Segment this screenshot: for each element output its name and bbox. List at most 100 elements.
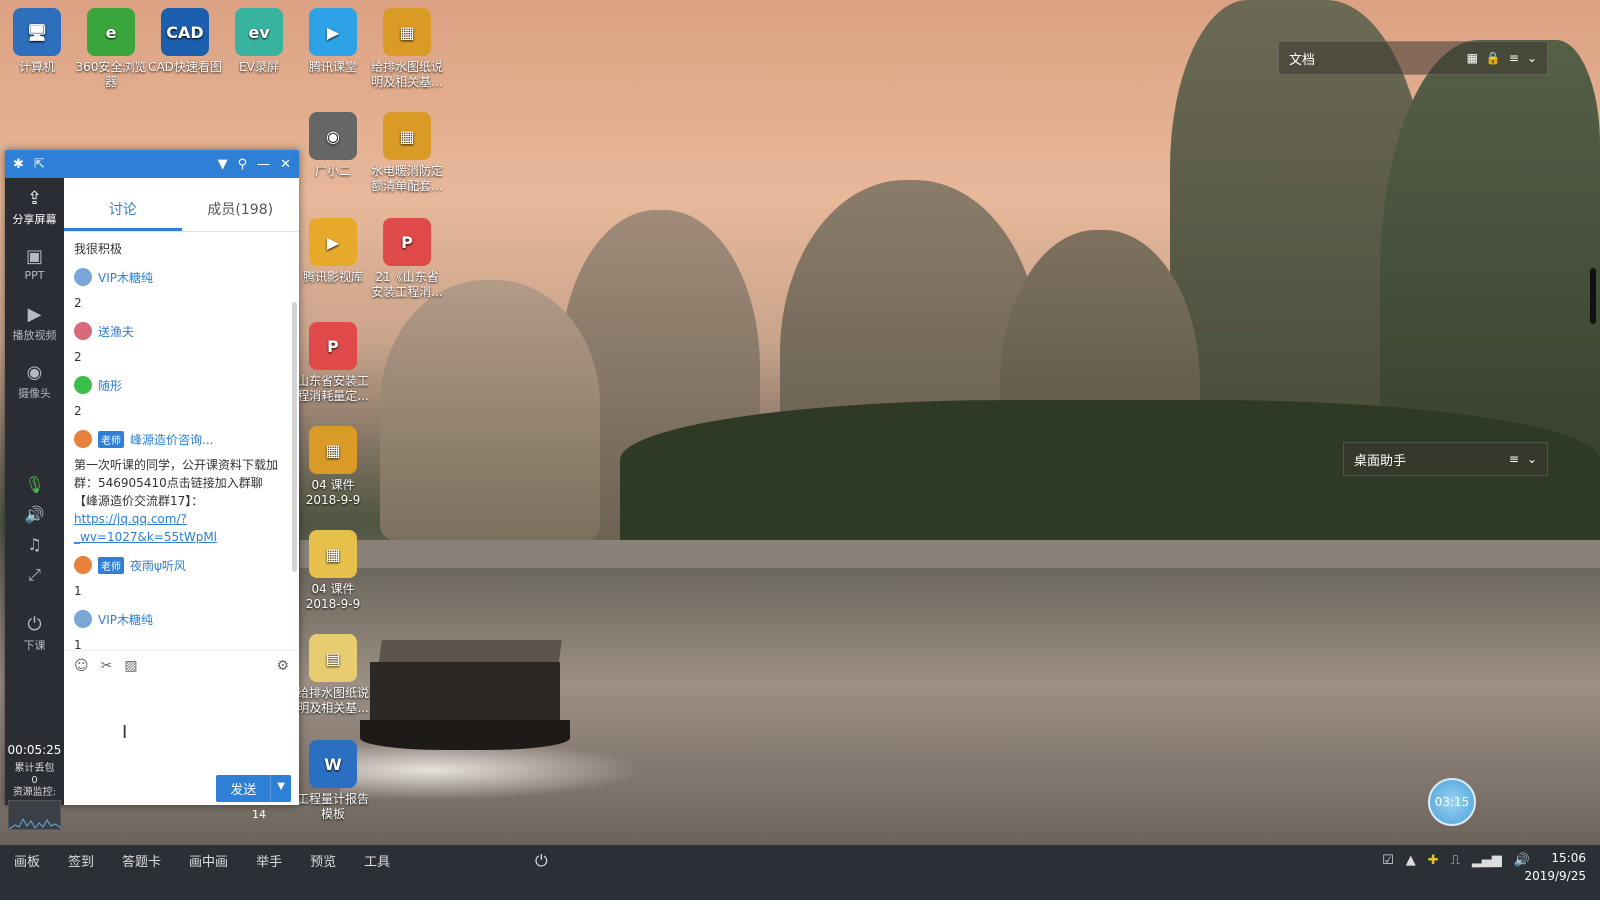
end-class-button[interactable]: ⏻ 下课 [5, 604, 64, 662]
stats-line: 资源监控: [12, 787, 57, 798]
scissors-icon[interactable]: ✂ [101, 658, 113, 674]
taskbar-item[interactable]: 画中画 [175, 851, 242, 870]
taskbar-item[interactable]: 画板 [0, 851, 54, 870]
image-icon[interactable]: ▨ [124, 658, 137, 674]
menu-icon[interactable]: ≡ [1509, 51, 1519, 65]
usb-icon[interactable]: ⎍ [1451, 853, 1460, 868]
desktop-icon[interactable]: W 工程量计报告模板 [296, 740, 370, 822]
desktop-assistant-widget[interactable]: 桌面助手 ≡ ⌄ [1343, 442, 1548, 476]
taskbar-item[interactable]: 答题卡 [108, 851, 175, 870]
power-icon[interactable]: ⏻ [535, 851, 548, 871]
checkbox-icon[interactable]: ☑ [1382, 853, 1394, 868]
lock-icon[interactable]: 🔒 [1486, 51, 1501, 65]
send-options-icon[interactable]: ▼ [270, 775, 291, 802]
resource-monitor-graph [8, 800, 62, 830]
avatar[interactable] [74, 268, 92, 286]
pin-icon[interactable]: ⚲ [238, 157, 248, 172]
close-icon[interactable]: ✕ [280, 157, 291, 172]
speaker-icon[interactable]: 🔊 [5, 500, 64, 530]
taskbar-item[interactable]: 举手 [242, 851, 296, 870]
desktop-icon[interactable]: ▤ 给排水图纸说明及相关基... [296, 634, 370, 716]
desktop-icon-label: 04 课件 2018-9-9 [305, 582, 361, 611]
desktop-icon-glyph: ▤ [309, 634, 357, 682]
desktop-icon[interactable]: ▶ 腾讯课堂 [296, 8, 370, 75]
share-icon[interactable]: ⇱ [34, 157, 45, 172]
docs-widget[interactable]: 文档 ▦ 🔒 ≡ ⌄ [1278, 41, 1548, 75]
emoji-icon[interactable]: ☺ [74, 658, 89, 674]
security-icon[interactable]: ✚ [1428, 853, 1439, 868]
message-text: 2 [74, 350, 82, 364]
sidebar-item-label: 分享屏幕 [12, 213, 57, 226]
taskbar-item[interactable]: 签到 [54, 851, 108, 870]
message-text: 1 [74, 584, 82, 598]
play-video-icon: ▶ [27, 304, 42, 325]
desktop-icon[interactable]: P 山东省安装工程消耗量定... [296, 322, 370, 404]
chevron-down-icon[interactable]: ⌄ [1527, 51, 1537, 65]
avatar[interactable] [74, 556, 92, 574]
microphone-icon[interactable]: 🎙 [5, 470, 64, 500]
desktop-icon-label: 给排水图纸说明及相关基... [296, 686, 369, 715]
sidebar-item-camera[interactable]: ◉ 摄像头 [5, 352, 64, 410]
message-input[interactable]: 发送 ▼ [64, 680, 299, 802]
monitor-graph-svg [8, 817, 62, 830]
message-user[interactable]: 随形 [98, 377, 122, 394]
message-scrollbar[interactable] [292, 302, 297, 572]
message-user[interactable]: 夜雨ψ听风 [130, 557, 186, 574]
countdown-bubble[interactable]: 03:15 [1428, 778, 1476, 826]
classroom-window: ✱ ⇱ ▼ ⚲ — ✕ ⇪ 分享屏幕 ▣ PPT ▶ 播放视频 ◉ 摄像头 🎙 … [5, 150, 300, 830]
clock[interactable]: 15:06 2019/9/25 [1524, 849, 1586, 885]
taskbar-item[interactable]: 预览 [296, 851, 350, 870]
avatar[interactable] [74, 430, 92, 448]
avatar[interactable] [74, 322, 92, 340]
desktop-icon[interactable]: ▦ 04 课件 2018-9-9 [296, 426, 370, 508]
send-button[interactable]: 发送 [216, 775, 271, 802]
desktop-icon-glyph: ▦ [383, 112, 431, 160]
settings-icon[interactable]: ✱ [13, 157, 24, 172]
sidebar-item-share-screen[interactable]: ⇪ 分享屏幕 [5, 178, 64, 236]
desktop-icon-label: 腾讯影视库 [302, 270, 363, 284]
assistant-widget-label: 桌面助手 [1354, 453, 1407, 469]
taskbar-item[interactable]: 工具 [350, 851, 404, 870]
desktop-icon[interactable]: P 21《山东省安装工程消... [370, 218, 444, 300]
network-icon[interactable]: ▂▄▆ [1472, 853, 1502, 868]
sidebar-item-play-video[interactable]: ▶ 播放视频 [5, 294, 64, 352]
menu-icon[interactable]: ≡ [1509, 452, 1519, 466]
avatar[interactable] [74, 610, 92, 628]
message-user[interactable]: VIP木糖纯 [98, 611, 153, 628]
power-icon: ⏻ [27, 614, 42, 635]
dropdown-icon[interactable]: ▼ [218, 157, 228, 172]
sidebar-item-ppt[interactable]: ▣ PPT [5, 236, 64, 294]
tab-members[interactable]: 成员(198) [182, 199, 300, 231]
grid-icon[interactable]: ▦ [1467, 51, 1478, 65]
desktop-icon-label: 工程量计报告模板 [296, 792, 369, 821]
tab-discussion[interactable]: 讨论 [64, 199, 182, 231]
taskbar: 画板 签到 答题卡 画中画 举手 预览 工具 ⏻ ☑ ▲ ✚ ⎍ ▂▄▆ 🔊 15:06 2… [0, 845, 1600, 900]
edge-scroll-handle[interactable] [1590, 268, 1596, 324]
group-link[interactable]: https://jq.qq.com/?_wv=1027&k=55tWpMl [74, 512, 217, 544]
gear-icon[interactable]: ⚙ [276, 658, 289, 674]
desktop-icon[interactable]: ev EV录屏 [222, 8, 296, 75]
message-user[interactable]: VIP木糖纯 [98, 269, 153, 286]
stats-line: 累计丢包 [14, 763, 55, 774]
desktop-icon[interactable]: ▶ 腾讯影视库 [296, 218, 370, 285]
desktop-icon[interactable]: ▦ 水电暖消防定额清单配套... [370, 112, 444, 194]
desktop-icon[interactable]: ◉ 广小二 [296, 112, 370, 179]
desktop-icon[interactable]: CAD CAD快速看图 [148, 8, 222, 75]
network-stats: 累计丢包 0 资源监控: [5, 763, 64, 799]
message-user[interactable]: 峰源造价咨询... [130, 431, 213, 448]
desktop-icon[interactable]: ▦ 给排水图纸说明及相关基... [370, 8, 444, 90]
desktop-icon[interactable]: 🖥 计算机 [0, 8, 74, 75]
desktop-icon[interactable]: e 360安全浏览器 [74, 8, 148, 90]
fullscreen-icon[interactable]: ⤢ [5, 560, 64, 590]
minimize-icon[interactable]: — [257, 157, 270, 172]
avatar[interactable] [74, 376, 92, 394]
message-user[interactable]: 送渔夫 [98, 323, 134, 340]
music-icon[interactable]: ♫ [5, 530, 64, 560]
desktop-icon[interactable]: ▦ 04 课件 2018-9-9 [296, 530, 370, 612]
chevron-down-icon[interactable]: ⌄ [1527, 452, 1537, 466]
tray-expand-icon[interactable]: ▲ [1406, 853, 1416, 868]
message-list[interactable]: 我很积极 VIP木糖纯 2 送渔夫 2 随形 2 老师 峰源造价咨询... 第一次… [64, 232, 299, 650]
share-screen-icon: ⇪ [26, 188, 43, 209]
desktop-icon-glyph: CAD [161, 8, 209, 56]
end-class-label: 下课 [23, 639, 46, 652]
